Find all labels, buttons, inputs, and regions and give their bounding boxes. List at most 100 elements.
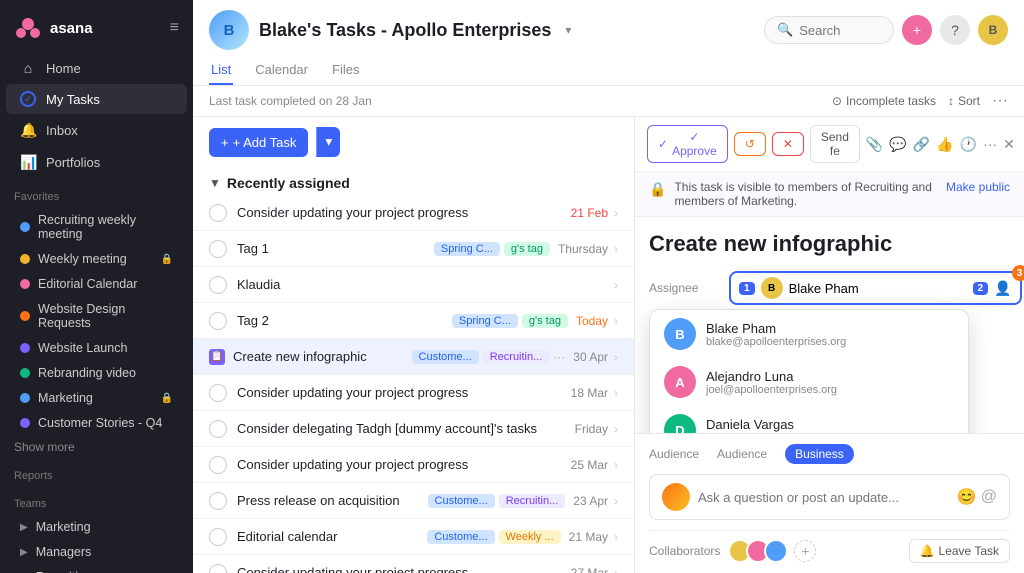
make-public-button[interactable]: Make public: [946, 180, 1010, 194]
mention-icon[interactable]: @: [981, 488, 997, 506]
attach-icon[interactable]: 📎: [866, 130, 883, 158]
task-row[interactable]: Consider updating your project progress …: [193, 447, 634, 483]
close-panel-button[interactable]: ✕: [1003, 130, 1015, 158]
sidebar-item-fav[interactable]: Customer Stories - Q4: [6, 411, 187, 435]
dropdown-person[interactable]: A Alejandro Luna joel@apolloenterprises.…: [650, 358, 968, 406]
tab-list[interactable]: List: [209, 56, 233, 85]
user-avatar-header[interactable]: B: [978, 15, 1008, 45]
task-expand-icon[interactable]: ›: [614, 242, 618, 256]
help-button[interactable]: ?: [940, 15, 970, 45]
comment-input[interactable]: [698, 490, 949, 505]
add-task-bar: + + Add Task ▾: [193, 117, 634, 167]
approve-button[interactable]: ✓ ✓ Approve: [647, 125, 728, 163]
more-icon[interactable]: ···: [983, 130, 997, 158]
search-box[interactable]: 🔍: [764, 16, 894, 44]
add-button[interactable]: +: [902, 15, 932, 45]
tab-calendar[interactable]: Calendar: [253, 56, 310, 85]
task-expand-icon[interactable]: ›: [614, 314, 618, 328]
task-row[interactable]: Klaudia ›: [193, 267, 634, 303]
sort-icon: ↕: [948, 94, 954, 108]
task-name: Klaudia: [237, 277, 608, 292]
task-row[interactable]: Consider updating your project progress …: [193, 375, 634, 411]
clock-icon[interactable]: 🕐: [960, 130, 977, 158]
orange-action-button[interactable]: ↺: [734, 132, 766, 156]
add-task-label: + Add Task: [233, 135, 297, 150]
search-input[interactable]: [799, 23, 879, 38]
assignee-name-input[interactable]: [789, 281, 965, 296]
header-top: B Blake's Tasks - Apollo Enterprises ▾ 🔍…: [209, 10, 1008, 50]
project-dropdown-icon[interactable]: ▾: [565, 23, 571, 37]
task-check[interactable]: [209, 312, 227, 330]
task-expand-icon[interactable]: ›: [614, 386, 618, 400]
task-row[interactable]: Press release on acquisition Custome...R…: [193, 483, 634, 519]
sidebar-item-home[interactable]: ⌂ Home: [6, 53, 187, 83]
task-date: Friday: [575, 422, 608, 436]
header-tabs: List Calendar Files: [209, 56, 1008, 85]
task-check[interactable]: [209, 528, 227, 546]
sidebar-item-fav[interactable]: Rebranding video: [6, 361, 187, 385]
task-check[interactable]: [209, 492, 227, 510]
sidebar-item-inbox[interactable]: 🔔 Inbox: [6, 115, 187, 146]
section-toggle-icon[interactable]: ▼: [209, 176, 221, 190]
sidebar-item-team[interactable]: ▶ Recruiting: [6, 565, 187, 573]
sidebar-item-team[interactable]: ▶ Managers: [6, 540, 187, 564]
sidebar-item-fav[interactable]: Recruiting weekly meeting: [6, 208, 187, 246]
sort-button[interactable]: ↕ Sort: [948, 94, 980, 108]
task-check[interactable]: [209, 276, 227, 294]
incomplete-tasks-filter[interactable]: ⊙ Incomplete tasks: [832, 94, 936, 108]
sidebar-item-fav[interactable]: Website Launch: [6, 336, 187, 360]
task-row[interactable]: Tag 2 Spring C...g's tag Today ›: [193, 303, 634, 339]
like-icon[interactable]: 👍: [936, 130, 953, 158]
sidebar-item-my-tasks[interactable]: ✓ My Tasks: [6, 84, 187, 114]
send-button[interactable]: Send fe: [810, 125, 860, 163]
task-expand-icon[interactable]: ›: [614, 530, 618, 544]
add-collaborator-button[interactable]: +: [794, 540, 816, 562]
more-options-icon[interactable]: ···: [992, 92, 1008, 110]
task-check[interactable]: [209, 204, 227, 222]
emoji-icon[interactable]: 😊: [957, 487, 977, 507]
task-check[interactable]: [209, 456, 227, 474]
sidebar-item-fav[interactable]: Editorial Calendar: [6, 272, 187, 296]
task-expand-icon[interactable]: ›: [614, 278, 618, 292]
task-expand-icon[interactable]: ›: [614, 494, 618, 508]
comment-icon[interactable]: 💬: [889, 130, 906, 158]
link-icon[interactable]: 🔗: [913, 130, 930, 158]
tag: Recruitin...: [483, 350, 550, 364]
sidebar-item-portfolios[interactable]: 📊 Portfolios: [6, 147, 187, 178]
task-expand-icon[interactable]: ›: [614, 206, 618, 220]
task-check[interactable]: [209, 384, 227, 402]
task-expand-icon[interactable]: ›: [614, 458, 618, 472]
sidebar-item-team[interactable]: ▶ Marketing: [6, 515, 187, 539]
leave-task-label: Leave Task: [939, 544, 1000, 558]
task-expand-icon[interactable]: ›: [614, 422, 618, 436]
dropdown-person[interactable]: B Blake Pham blake@apolloenterprises.org: [650, 310, 968, 358]
tab-files[interactable]: Files: [330, 56, 361, 85]
task-check[interactable]: [209, 240, 227, 258]
task-row[interactable]: Editorial calendar Custome...Weekly ... …: [193, 519, 634, 555]
tab-audience[interactable]: Audience: [707, 444, 777, 464]
sidebar-item-fav[interactable]: Weekly meeting 🔒: [6, 247, 187, 271]
sidebar-item-fav[interactable]: Marketing 🔒: [6, 386, 187, 410]
task-check[interactable]: [209, 564, 227, 573]
add-task-dropdown-button[interactable]: ▾: [316, 127, 340, 157]
leave-task-button[interactable]: 🔔 Leave Task: [909, 539, 1010, 563]
fav-label: Website Launch: [38, 341, 173, 355]
add-task-button[interactable]: + + Add Task: [209, 128, 308, 157]
task-check[interactable]: [209, 420, 227, 438]
dropdown-person[interactable]: D Daniela Vargas britney@randasana6.info: [650, 406, 968, 433]
hamburger-icon[interactable]: ≡: [170, 19, 179, 37]
task-expand-icon[interactable]: ›: [614, 566, 618, 573]
task-row[interactable]: Consider delegating Tadgh [dummy account…: [193, 411, 634, 447]
fav-label: Website Design Requests: [38, 302, 173, 330]
show-more-button[interactable]: Show more: [0, 436, 193, 458]
tab-business[interactable]: Business: [785, 444, 854, 464]
assignee-box[interactable]: 1 B 2 👤: [729, 271, 1022, 305]
task-row[interactable]: Tag 1 Spring C...g's tag Thursday ›: [193, 231, 634, 267]
reject-button[interactable]: ✕: [772, 132, 804, 156]
sidebar-item-fav[interactable]: Website Design Requests: [6, 297, 187, 335]
task-expand-icon[interactable]: ›: [614, 350, 618, 364]
task-row[interactable]: Consider updating your project progress …: [193, 555, 634, 573]
tag: Custome...: [427, 530, 494, 544]
task-row[interactable]: Consider updating your project progress …: [193, 195, 634, 231]
task-row[interactable]: 📋 Create new infographic Custome...Recru…: [193, 339, 634, 375]
